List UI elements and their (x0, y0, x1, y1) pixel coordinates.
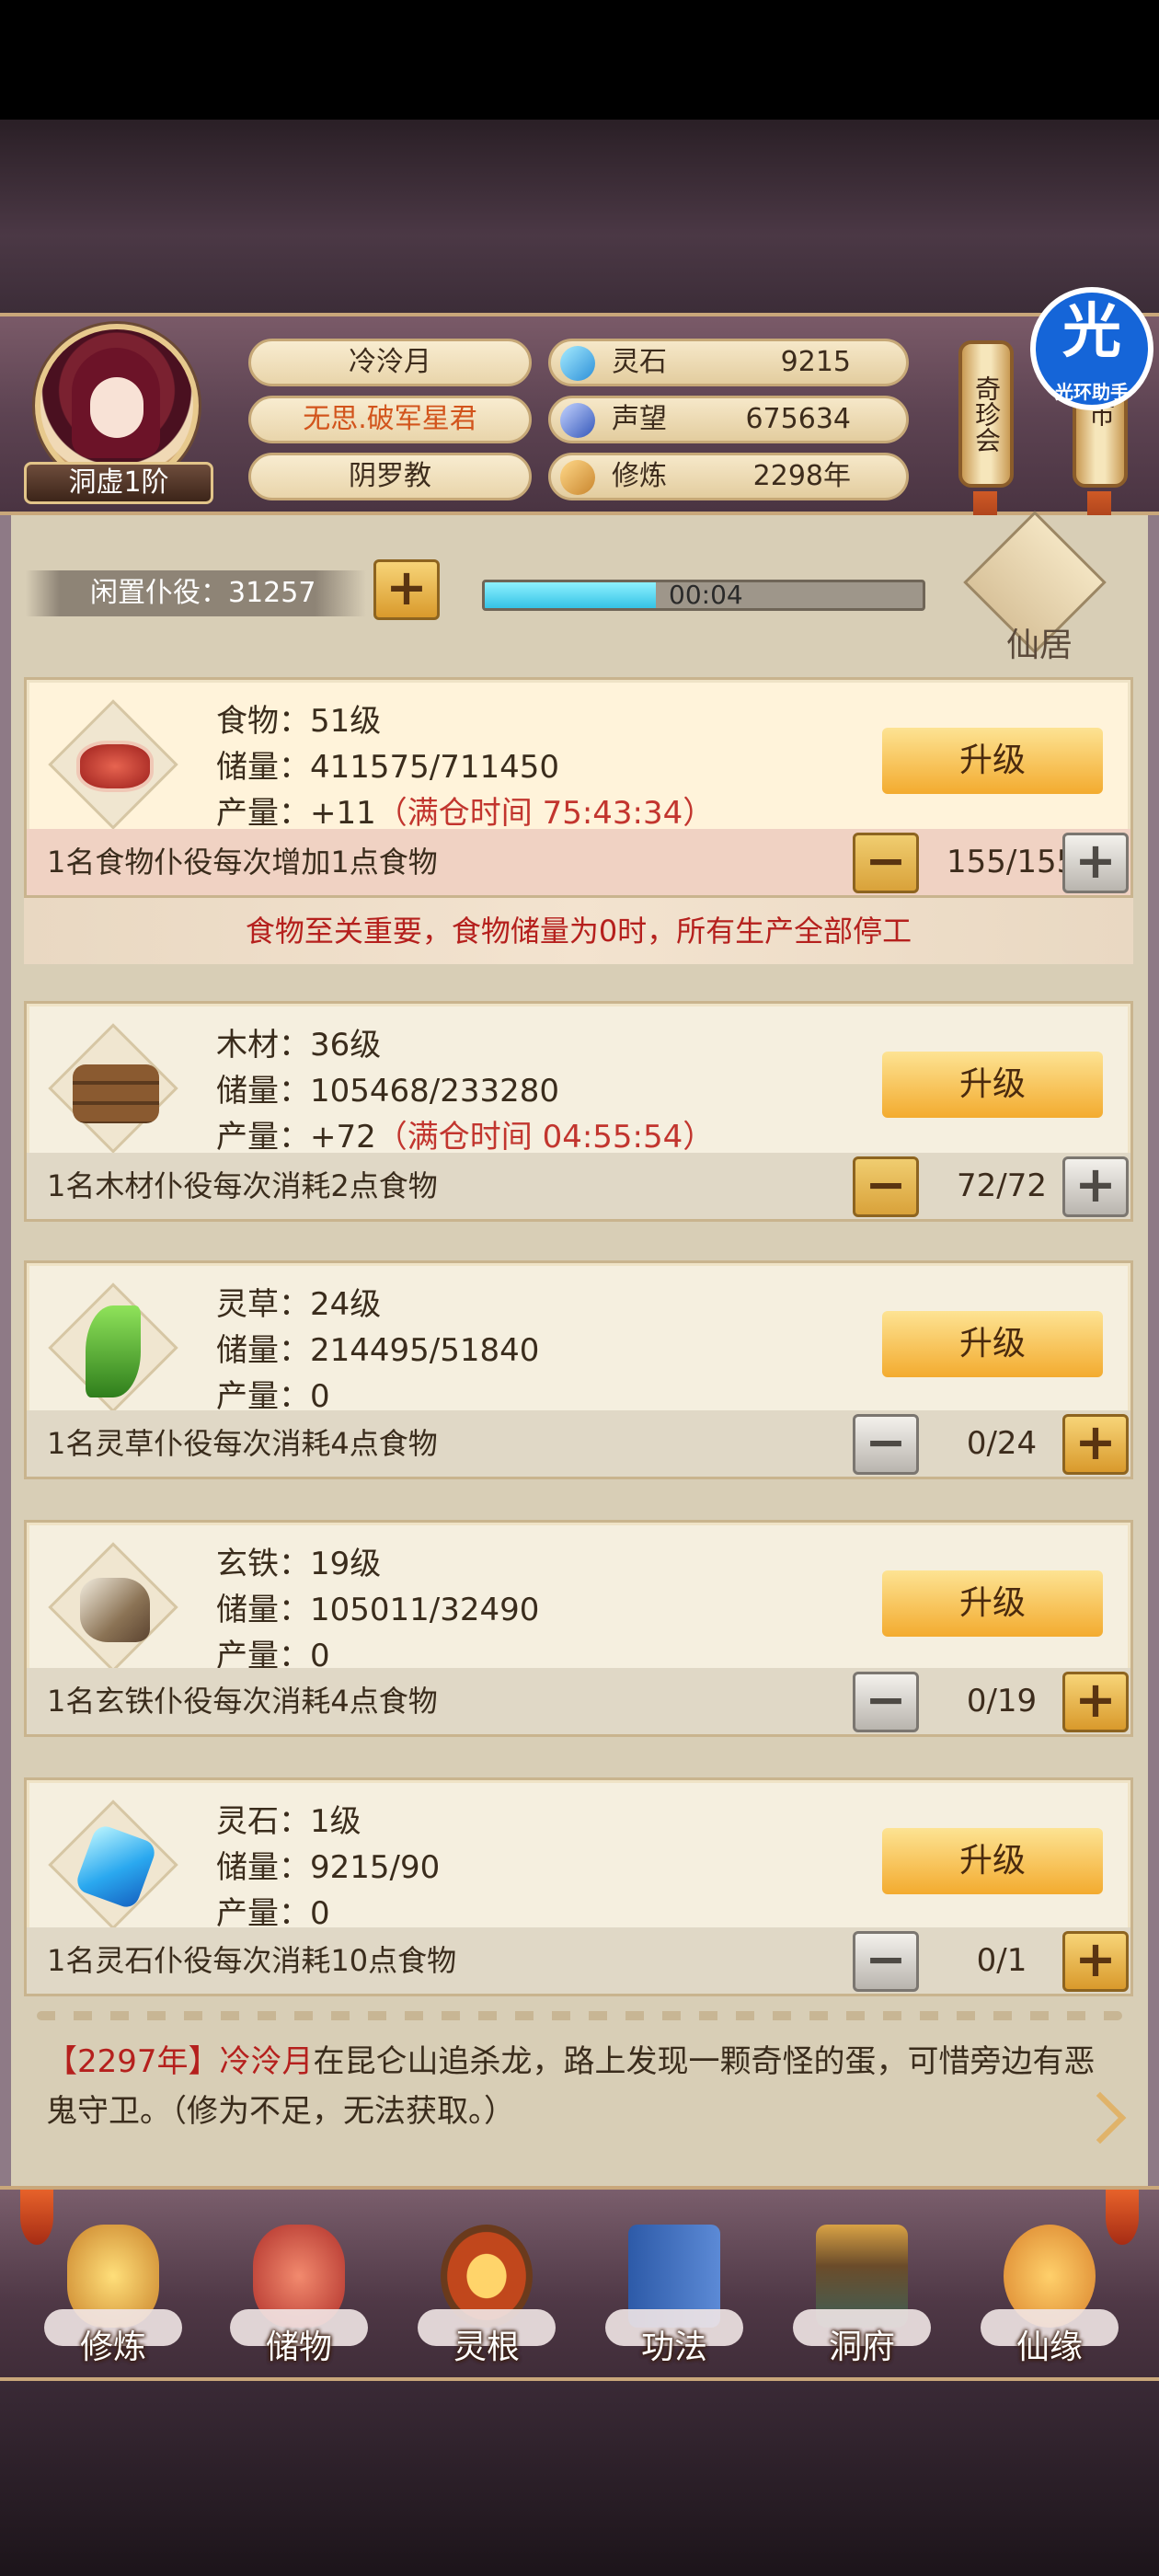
resource-card-food: 食物：51级 储量：411575/711450 产量：+11（满仓时间 75:4… (24, 677, 1133, 898)
player-title[interactable]: 无思.破军星君 (248, 396, 532, 443)
iron-ore-icon (48, 1542, 178, 1673)
nav-cultivation[interactable]: 修炼 (35, 2217, 191, 2374)
wood-icon (48, 1023, 178, 1154)
servant-description: 1名灵草仆役每次消耗4点食物 (47, 1426, 438, 1461)
ornament-divider (37, 2011, 1122, 2020)
remove-servant-button[interactable]: − (853, 1414, 919, 1475)
servant-count: 0/24 (966, 1425, 1038, 1462)
resource-value: 2298年 (752, 460, 851, 492)
resource-storage: 储量：105011/32490 (216, 1592, 540, 1628)
reputation-icon (560, 403, 595, 438)
resource-production: 产量：+72 (216, 1119, 376, 1156)
resource-level: 灵石：1级 (216, 1803, 361, 1840)
nav-destiny[interactable]: 仙缘 (971, 2217, 1128, 2374)
resource-storage: 储量：9215/90 (216, 1849, 441, 1886)
servant-count: 0/19 (966, 1683, 1038, 1719)
remove-servant-button[interactable]: − (853, 833, 919, 893)
player-name: 冷泠月 (248, 339, 532, 386)
resource-card-wood: 木材：36级 储量：105468/233280 产量：+72（满仓时间 04:5… (24, 1001, 1133, 1222)
resource-label: 修炼 (612, 460, 667, 492)
servant-count: 0/1 (976, 1942, 1027, 1979)
production-progress: 00:04 (482, 580, 925, 611)
resource-card-herb: 灵草：24级 储量：214495/51840 产量：0 升级 1名灵草仆役每次消… (24, 1260, 1133, 1479)
bottom-backdrop (0, 2381, 1159, 2576)
spirit-stone-icon (560, 346, 595, 381)
resource-level: 木材：36级 (216, 1027, 382, 1064)
resource-reputation: 声望 675634 (548, 396, 909, 443)
remove-servant-button[interactable]: − (853, 1931, 919, 1992)
log-name: 冷泠月 (219, 2043, 314, 2080)
servant-description: 1名木材仆役每次消耗2点食物 (47, 1168, 438, 1203)
resource-level: 灵草：24级 (216, 1286, 382, 1323)
nav-storage[interactable]: 储物 (221, 2217, 377, 2374)
remove-servant-button[interactable]: − (853, 1156, 919, 1217)
rank-badge: 洞虚1阶 (24, 462, 213, 504)
upgrade-button[interactable]: 升级 (882, 1311, 1103, 1377)
nav-spirit-root[interactable]: 灵根 (408, 2217, 565, 2374)
resource-level: 食物：51级 (216, 703, 382, 740)
nav-label: 灵根 (453, 2329, 520, 2366)
remove-servant-button[interactable]: − (853, 1672, 919, 1732)
resource-storage: 储量：105468/233280 (216, 1073, 560, 1110)
nav-cave-mansion[interactable]: 洞府 (784, 2217, 940, 2374)
resource-level: 玄铁：19级 (216, 1546, 382, 1582)
treasure-fair-button[interactable]: 奇珍会 (958, 340, 1014, 488)
upgrade-button[interactable]: 升级 (882, 1828, 1103, 1894)
xianju-label: 仙居 (1005, 627, 1073, 664)
nav-label: 修炼 (79, 2329, 146, 2366)
resource-production: 产量：+11 (216, 795, 376, 832)
full-time: （满仓时间 04:55:54） (375, 1119, 715, 1156)
xianju-button[interactable]: 仙居 (963, 511, 1107, 664)
meat-icon (48, 699, 178, 830)
add-servant-button[interactable]: + (1062, 833, 1129, 893)
cultivation-icon (560, 460, 595, 495)
add-servant-button[interactable]: + (1062, 1156, 1129, 1217)
resource-storage: 储量：411575/711450 (216, 749, 560, 786)
add-servant-button[interactable]: + (1062, 1414, 1129, 1475)
top-backdrop (0, 120, 1159, 313)
resource-production: 产量：0 (216, 1895, 330, 1932)
resource-production: 产量：0 (216, 1378, 330, 1415)
servant-description: 1名玄铁仆役每次消耗4点食物 (47, 1684, 438, 1719)
resource-label: 声望 (612, 403, 667, 435)
herb-icon (48, 1282, 178, 1413)
food-warning: 食物至关重要，食物储量为0时，所有生产全部停工 (24, 898, 1133, 964)
upgrade-button[interactable]: 升级 (882, 1570, 1103, 1637)
spirit-crystal-icon (48, 1800, 178, 1930)
resource-storage: 储量：214495/51840 (216, 1332, 540, 1369)
resource-spirit-stone: 灵石 9215 (548, 339, 909, 386)
event-log: 【2297年】冷泠月在昆仑山追杀龙，路上发现一颗奇怪的蛋，可惜旁边有恶鬼守卫。（… (46, 2037, 1113, 2136)
servant-description: 1名食物仆役每次增加1点食物 (47, 845, 438, 880)
resource-label: 灵石 (612, 346, 667, 378)
resource-card-spirit-stone: 灵石：1级 储量：9215/90 产量：0 升级 1名灵石仆役每次消耗10点食物… (24, 1777, 1133, 1996)
upgrade-button[interactable]: 升级 (882, 728, 1103, 794)
resource-card-iron: 玄铁：19级 储量：105011/32490 产量：0 升级 1名玄铁仆役每次消… (24, 1520, 1133, 1737)
player-sect[interactable]: 阴罗教 (248, 453, 532, 500)
nav-label: 储物 (265, 2329, 332, 2366)
add-servant-button[interactable]: + (1062, 1931, 1129, 1992)
servant-description: 1名灵石仆役每次消耗10点食物 (47, 1943, 457, 1978)
idle-servants: 闲置仆役：31257 (26, 570, 366, 616)
servant-count: 155/155 (947, 844, 1077, 880)
add-servant-button[interactable]: + (1062, 1672, 1129, 1732)
nav-label: 功法 (640, 2329, 707, 2366)
full-time: （满仓时间 75:43:34） (375, 795, 715, 832)
assistant-char: 光 (1062, 298, 1121, 366)
servant-count: 72/72 (957, 1167, 1047, 1204)
nav-label: 仙缘 (1016, 2329, 1083, 2366)
upgrade-button[interactable]: 升级 (882, 1052, 1103, 1118)
add-servant-button[interactable]: + (373, 559, 440, 620)
resource-value: 675634 (745, 403, 851, 435)
progress-fill (485, 582, 656, 608)
nav-technique[interactable]: 功法 (596, 2217, 752, 2374)
log-year: 【2297年】 (46, 2043, 220, 2080)
resource-cultivation: 修炼 2298年 (548, 453, 909, 500)
assistant-label: 光环助手 (1055, 381, 1129, 403)
assistant-badge[interactable]: 光 光环助手 (1030, 287, 1153, 410)
progress-timer: 00:04 (669, 580, 743, 610)
avatar-face (90, 377, 143, 438)
resource-value: 9215 (780, 346, 851, 378)
nav-label: 洞府 (828, 2329, 895, 2366)
